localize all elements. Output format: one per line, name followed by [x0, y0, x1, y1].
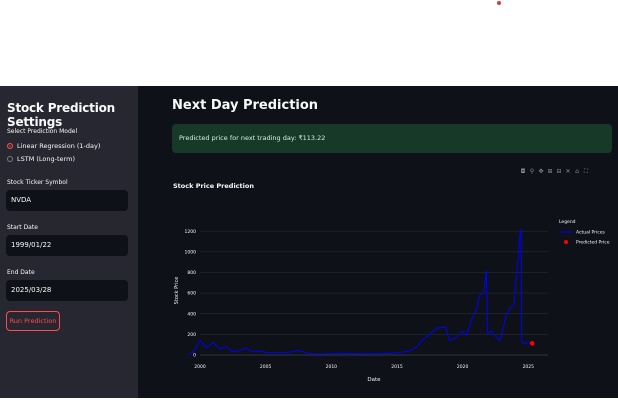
y-tick-label: 600	[187, 291, 196, 297]
radio-selected-icon	[7, 143, 13, 149]
chart-legend: LegendActual Prices Predicted Price	[559, 219, 610, 246]
legend-label-predicted[interactable]: Predicted Price	[576, 240, 610, 246]
radio-unselected-icon	[7, 156, 13, 162]
radio-lstm[interactable]: LSTM (Long-term)	[7, 155, 75, 163]
x-tick-label: 2005	[260, 364, 272, 370]
y-tick-label: 1000	[185, 249, 197, 255]
end-date-label: End Date	[7, 269, 35, 276]
streamlit-app: Stock Prediction Settings Select Predict…	[0, 86, 618, 398]
run-prediction-button[interactable]: Run Prediction	[6, 311, 60, 331]
x-tick-label: 2000	[194, 364, 206, 370]
radio-option-label: Linear Regression (1-day)	[17, 142, 101, 150]
radio-option-label: LSTM (Long-term)	[17, 155, 75, 163]
x-tick-label: 2015	[391, 364, 403, 370]
red-dot	[497, 1, 501, 5]
y-tick-label: 0	[193, 353, 196, 359]
actual-prices-series	[187, 228, 532, 355]
legend-label-actual[interactable]: Actual Prices	[576, 230, 606, 236]
predicted-price-marker	[529, 341, 535, 346]
sidebar: Stock Prediction Settings Select Predict…	[0, 86, 138, 398]
y-tick-label: 800	[187, 270, 196, 276]
start-date-label: Start Date	[7, 224, 38, 231]
price-chart[interactable]: 0 200 400 600 800 1000 1200 2000 2005 2010 2015 20…	[138, 86, 618, 398]
sidebar-title: Stock Prediction Settings	[7, 101, 115, 129]
legend-swatch-predicted	[564, 240, 568, 244]
main-panel: Next Day Prediction Predicted price for …	[138, 86, 618, 398]
y-tick-label: 200	[187, 332, 196, 338]
model-select-label: Select Prediction Model	[7, 128, 78, 135]
start-date-input[interactable]: 1999/01/22	[6, 235, 128, 256]
x-tick-label: 2025	[523, 364, 535, 370]
ticker-input[interactable]: NVDA	[6, 190, 128, 211]
x-tick-label: 2010	[326, 364, 338, 370]
end-date-input[interactable]: 2025/03/28	[6, 280, 128, 301]
y-axis-label: Stock Price	[174, 277, 180, 305]
ticker-label: Stock Ticker Symbol	[7, 179, 68, 186]
radio-linear-regression[interactable]: Linear Regression (1-day)	[7, 142, 100, 150]
legend-title: Legend	[559, 219, 576, 225]
y-tick-label: 1200	[185, 229, 197, 235]
x-tick-label: 2020	[457, 364, 469, 370]
y-tick-label: 400	[187, 311, 196, 317]
x-axis-label: Date	[367, 377, 381, 383]
